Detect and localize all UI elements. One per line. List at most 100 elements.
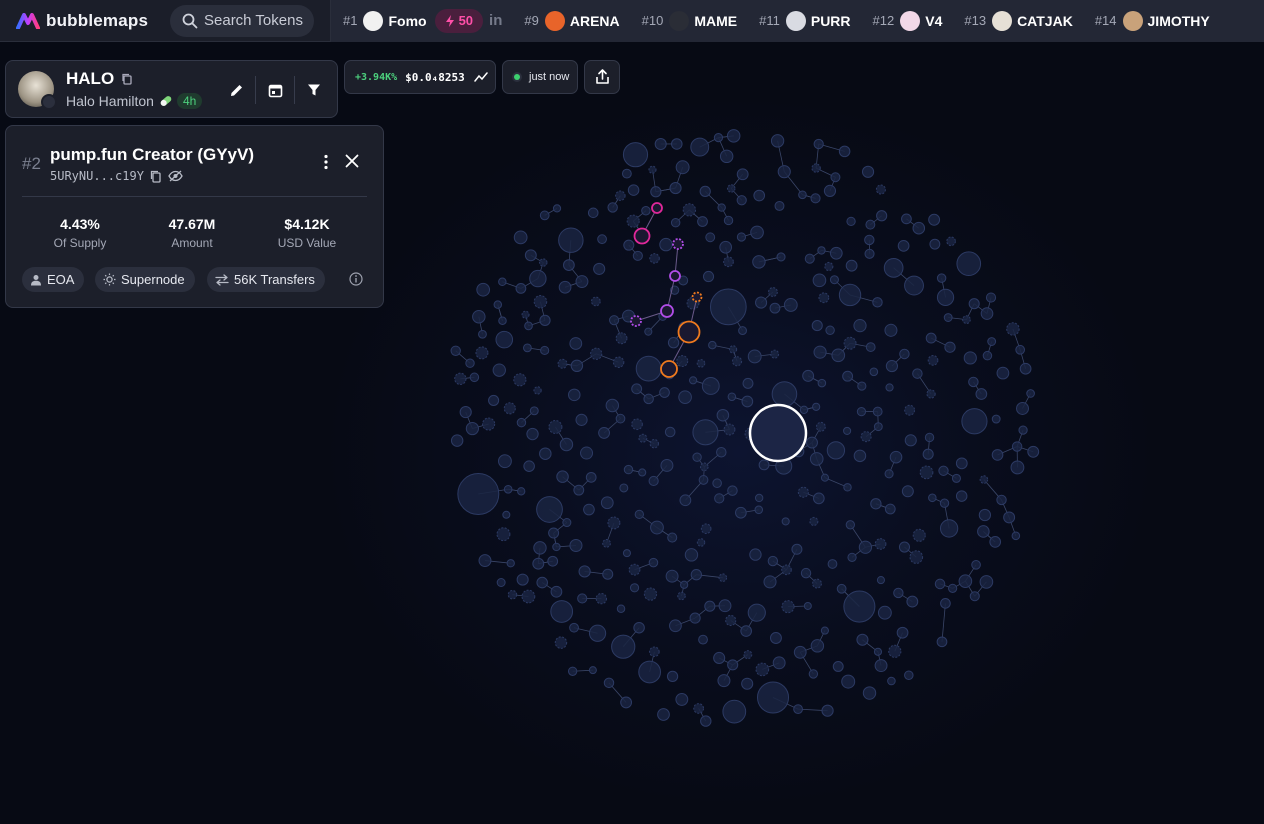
holder-bubble[interactable] xyxy=(660,458,674,472)
holder-bubble[interactable] xyxy=(1019,362,1032,375)
holder-bubble[interactable] xyxy=(750,225,764,240)
holder-bubble[interactable] xyxy=(901,213,912,225)
holder-bubble[interactable] xyxy=(669,182,682,195)
holder-bubble[interactable] xyxy=(502,510,511,519)
holder-bubble[interactable] xyxy=(893,587,904,599)
holder-bubble[interactable] xyxy=(638,660,661,684)
calendar-button[interactable] xyxy=(260,75,290,105)
holder-bubble[interactable] xyxy=(885,359,899,373)
holder-bubble[interactable] xyxy=(938,465,949,476)
holder-bubble[interactable] xyxy=(718,573,728,582)
holder-bubble[interactable] xyxy=(979,475,989,484)
holder-bubble[interactable] xyxy=(723,423,736,436)
holder-bubble[interactable] xyxy=(558,227,584,253)
holder-bubble[interactable] xyxy=(864,234,875,246)
holder-bubble[interactable] xyxy=(791,543,803,555)
holder-bubble[interactable] xyxy=(802,369,815,382)
holder-bubble[interactable] xyxy=(1016,401,1029,415)
holder-bubble[interactable] xyxy=(776,252,786,262)
holder-bubble[interactable] xyxy=(522,343,532,353)
holder-bubble[interactable] xyxy=(498,454,512,469)
holder-bubble[interactable] xyxy=(513,373,527,387)
holder-bubble[interactable] xyxy=(609,315,620,326)
holder-bubble[interactable] xyxy=(682,203,697,217)
holder-bubble[interactable] xyxy=(539,447,552,460)
holder-bubble[interactable] xyxy=(469,372,480,383)
holder-bubble[interactable] xyxy=(532,557,545,570)
holder-bubble[interactable] xyxy=(627,184,640,196)
holder-bubble[interactable] xyxy=(628,563,641,576)
holder-bubble[interactable] xyxy=(955,490,968,502)
holder-bubble[interactable] xyxy=(547,555,559,567)
ticker-item-catjak[interactable]: #13 CATJAK xyxy=(964,10,1073,31)
holder-bubble[interactable] xyxy=(1003,511,1016,524)
holder-bubble[interactable] xyxy=(723,256,734,268)
holder-bubble[interactable] xyxy=(602,538,611,548)
holder-bubble[interactable] xyxy=(533,295,548,309)
price-pill[interactable]: +3.94K% $0.0₄8253 xyxy=(344,60,496,94)
holder-bubble[interactable] xyxy=(838,145,851,158)
holder-bubble[interactable] xyxy=(843,590,876,623)
holder-bubble[interactable] xyxy=(659,387,670,398)
holder-bubble[interactable] xyxy=(884,469,894,479)
holder-bubble[interactable] xyxy=(697,216,708,227)
ticker-item-jimothy[interactable]: #14 JIMOTHY xyxy=(1095,10,1210,31)
tag-supernode[interactable]: Supernode xyxy=(95,267,195,292)
holder-bubble[interactable] xyxy=(607,516,621,530)
holder-bubble[interactable] xyxy=(536,576,548,589)
holder-bubble[interactable] xyxy=(659,237,673,252)
holder-bubble[interactable] xyxy=(869,367,879,377)
holder-bubble[interactable] xyxy=(996,366,1010,380)
holder-bubble[interactable] xyxy=(831,348,846,363)
holder-bubble[interactable] xyxy=(919,465,934,480)
holder-bubble[interactable] xyxy=(713,651,726,664)
holder-bubble[interactable] xyxy=(811,163,821,173)
holder-bubble[interactable] xyxy=(901,485,914,498)
holder-bubble[interactable] xyxy=(991,449,1004,461)
holder-bubble[interactable] xyxy=(526,427,539,441)
holder-bubble[interactable] xyxy=(450,434,464,447)
holder-bubble[interactable] xyxy=(968,298,980,310)
holder-bubble[interactable] xyxy=(770,134,785,148)
holder-bubble[interactable] xyxy=(615,413,626,424)
holder-bubble[interactable] xyxy=(963,351,977,365)
holder-bubble[interactable] xyxy=(701,377,720,395)
holder-bubble[interactable] xyxy=(904,275,924,296)
holder-bubble[interactable] xyxy=(595,592,608,605)
holder-bubble[interactable] xyxy=(550,585,563,598)
holder-bubble[interactable] xyxy=(607,202,618,213)
holder-bubble[interactable] xyxy=(793,704,803,715)
holder-bubble[interactable] xyxy=(961,408,988,435)
holder-bubble[interactable] xyxy=(856,633,869,646)
holder-bubble[interactable] xyxy=(943,313,953,322)
holder-bubble[interactable] xyxy=(820,473,829,482)
holder-bubble[interactable] xyxy=(832,661,844,672)
holder-bubble[interactable] xyxy=(492,363,506,377)
holder-bubble[interactable] xyxy=(657,708,670,721)
holder-bubble[interactable] xyxy=(987,337,997,346)
holder-bubble[interactable] xyxy=(650,520,664,535)
holder-bubble[interactable] xyxy=(812,578,822,589)
holder-bubble[interactable] xyxy=(675,692,689,706)
holder-bubble[interactable] xyxy=(692,419,719,446)
holder-bubble[interactable] xyxy=(977,525,990,538)
holder-bubble[interactable] xyxy=(593,262,606,275)
holder-bubble[interactable] xyxy=(552,542,561,552)
holder-bubble[interactable] xyxy=(590,347,603,360)
holder-bubble[interactable] xyxy=(478,554,492,568)
holder-bubble[interactable] xyxy=(1015,344,1026,355)
bubble-map[interactable] xyxy=(0,0,1264,824)
holder-bubble[interactable] xyxy=(885,383,894,392)
holder-bubble[interactable] xyxy=(540,345,550,356)
holder-bubble[interactable] xyxy=(810,193,821,204)
holder-bubble[interactable] xyxy=(774,200,785,211)
filter-button[interactable] xyxy=(299,75,329,105)
holder-bubble[interactable] xyxy=(709,288,747,326)
holder-bubble[interactable] xyxy=(1026,389,1035,398)
holder-bubble[interactable] xyxy=(743,650,753,660)
holder-bubble[interactable] xyxy=(588,666,597,675)
holder-bubble[interactable] xyxy=(912,528,926,542)
holder-bubble[interactable] xyxy=(675,160,690,175)
share-button[interactable] xyxy=(584,60,620,94)
holder-bubble[interactable] xyxy=(597,234,607,245)
